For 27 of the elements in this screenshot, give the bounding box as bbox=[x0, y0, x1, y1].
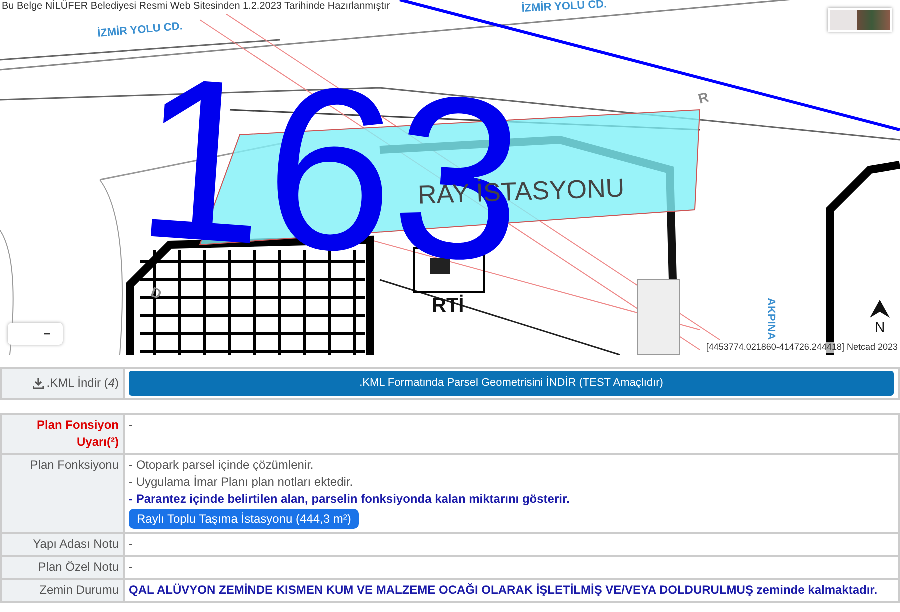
download-icon bbox=[32, 378, 44, 389]
street-label: AKPINA bbox=[765, 298, 777, 340]
kml-download-button[interactable]: .KML Formatında Parsel Geometrisini İNDİR (TEST Amaçlıdır) bbox=[129, 371, 894, 396]
row-label: Plan Fonsiyon Uyarı(²) bbox=[36, 418, 119, 449]
row-label: Plan Fonksiyonu bbox=[30, 458, 119, 472]
coordinates-text: [4453774.021860-414726.244418] Netcad 2023 bbox=[704, 342, 900, 353]
zoom-out-button[interactable]: − bbox=[8, 323, 63, 345]
note-text: - bbox=[129, 418, 133, 432]
row-label: Plan Özel Notu bbox=[38, 560, 119, 574]
function-area-button[interactable]: Raylı Toplu Taşıma İstasyonu (444,3 m²) bbox=[129, 509, 360, 529]
note-text: - Parantez içinde belirtilen alan, parselin fonksiyonda kalan miktarını gösterir. bbox=[129, 492, 570, 506]
basemap-thumbnail[interactable] bbox=[828, 8, 892, 32]
note-text: - Uygulama İmar Planı plan notları ektedir. bbox=[129, 475, 354, 489]
street-label: İZMİR YOLU CD. bbox=[522, 0, 608, 15]
street-label: İZMİR YOLU CD. bbox=[97, 20, 184, 40]
symbol-label: RTİ bbox=[432, 295, 464, 317]
note-text: - bbox=[129, 537, 133, 551]
note-text: - bbox=[129, 560, 133, 574]
street-letter: R bbox=[696, 88, 711, 107]
street-letter: D bbox=[148, 284, 164, 302]
north-label: N bbox=[875, 319, 886, 335]
row-label: Yapı Adası Notu bbox=[33, 537, 119, 551]
kml-download-label: .KML İndir (4) bbox=[46, 375, 119, 392]
note-text: - Otopark parsel içinde çözümlenir. bbox=[129, 458, 314, 472]
row-label: Zemin Durumu bbox=[40, 583, 119, 597]
note-text: QAL ALÜVYON ZEMİNDE KISMEN KUM VE MALZEME OCAĞI OLARAK İŞLETİLMİŞ VE/VEYA DOLDURULMUŞ zeminde kalmaktadır. bbox=[129, 583, 878, 597]
document-notice: Bu Belge NİLÜFER Belediyesi Resmi Web Sitesinden 1.2.2023 Tarihinde Hazırlanmıştır bbox=[0, 0, 392, 14]
